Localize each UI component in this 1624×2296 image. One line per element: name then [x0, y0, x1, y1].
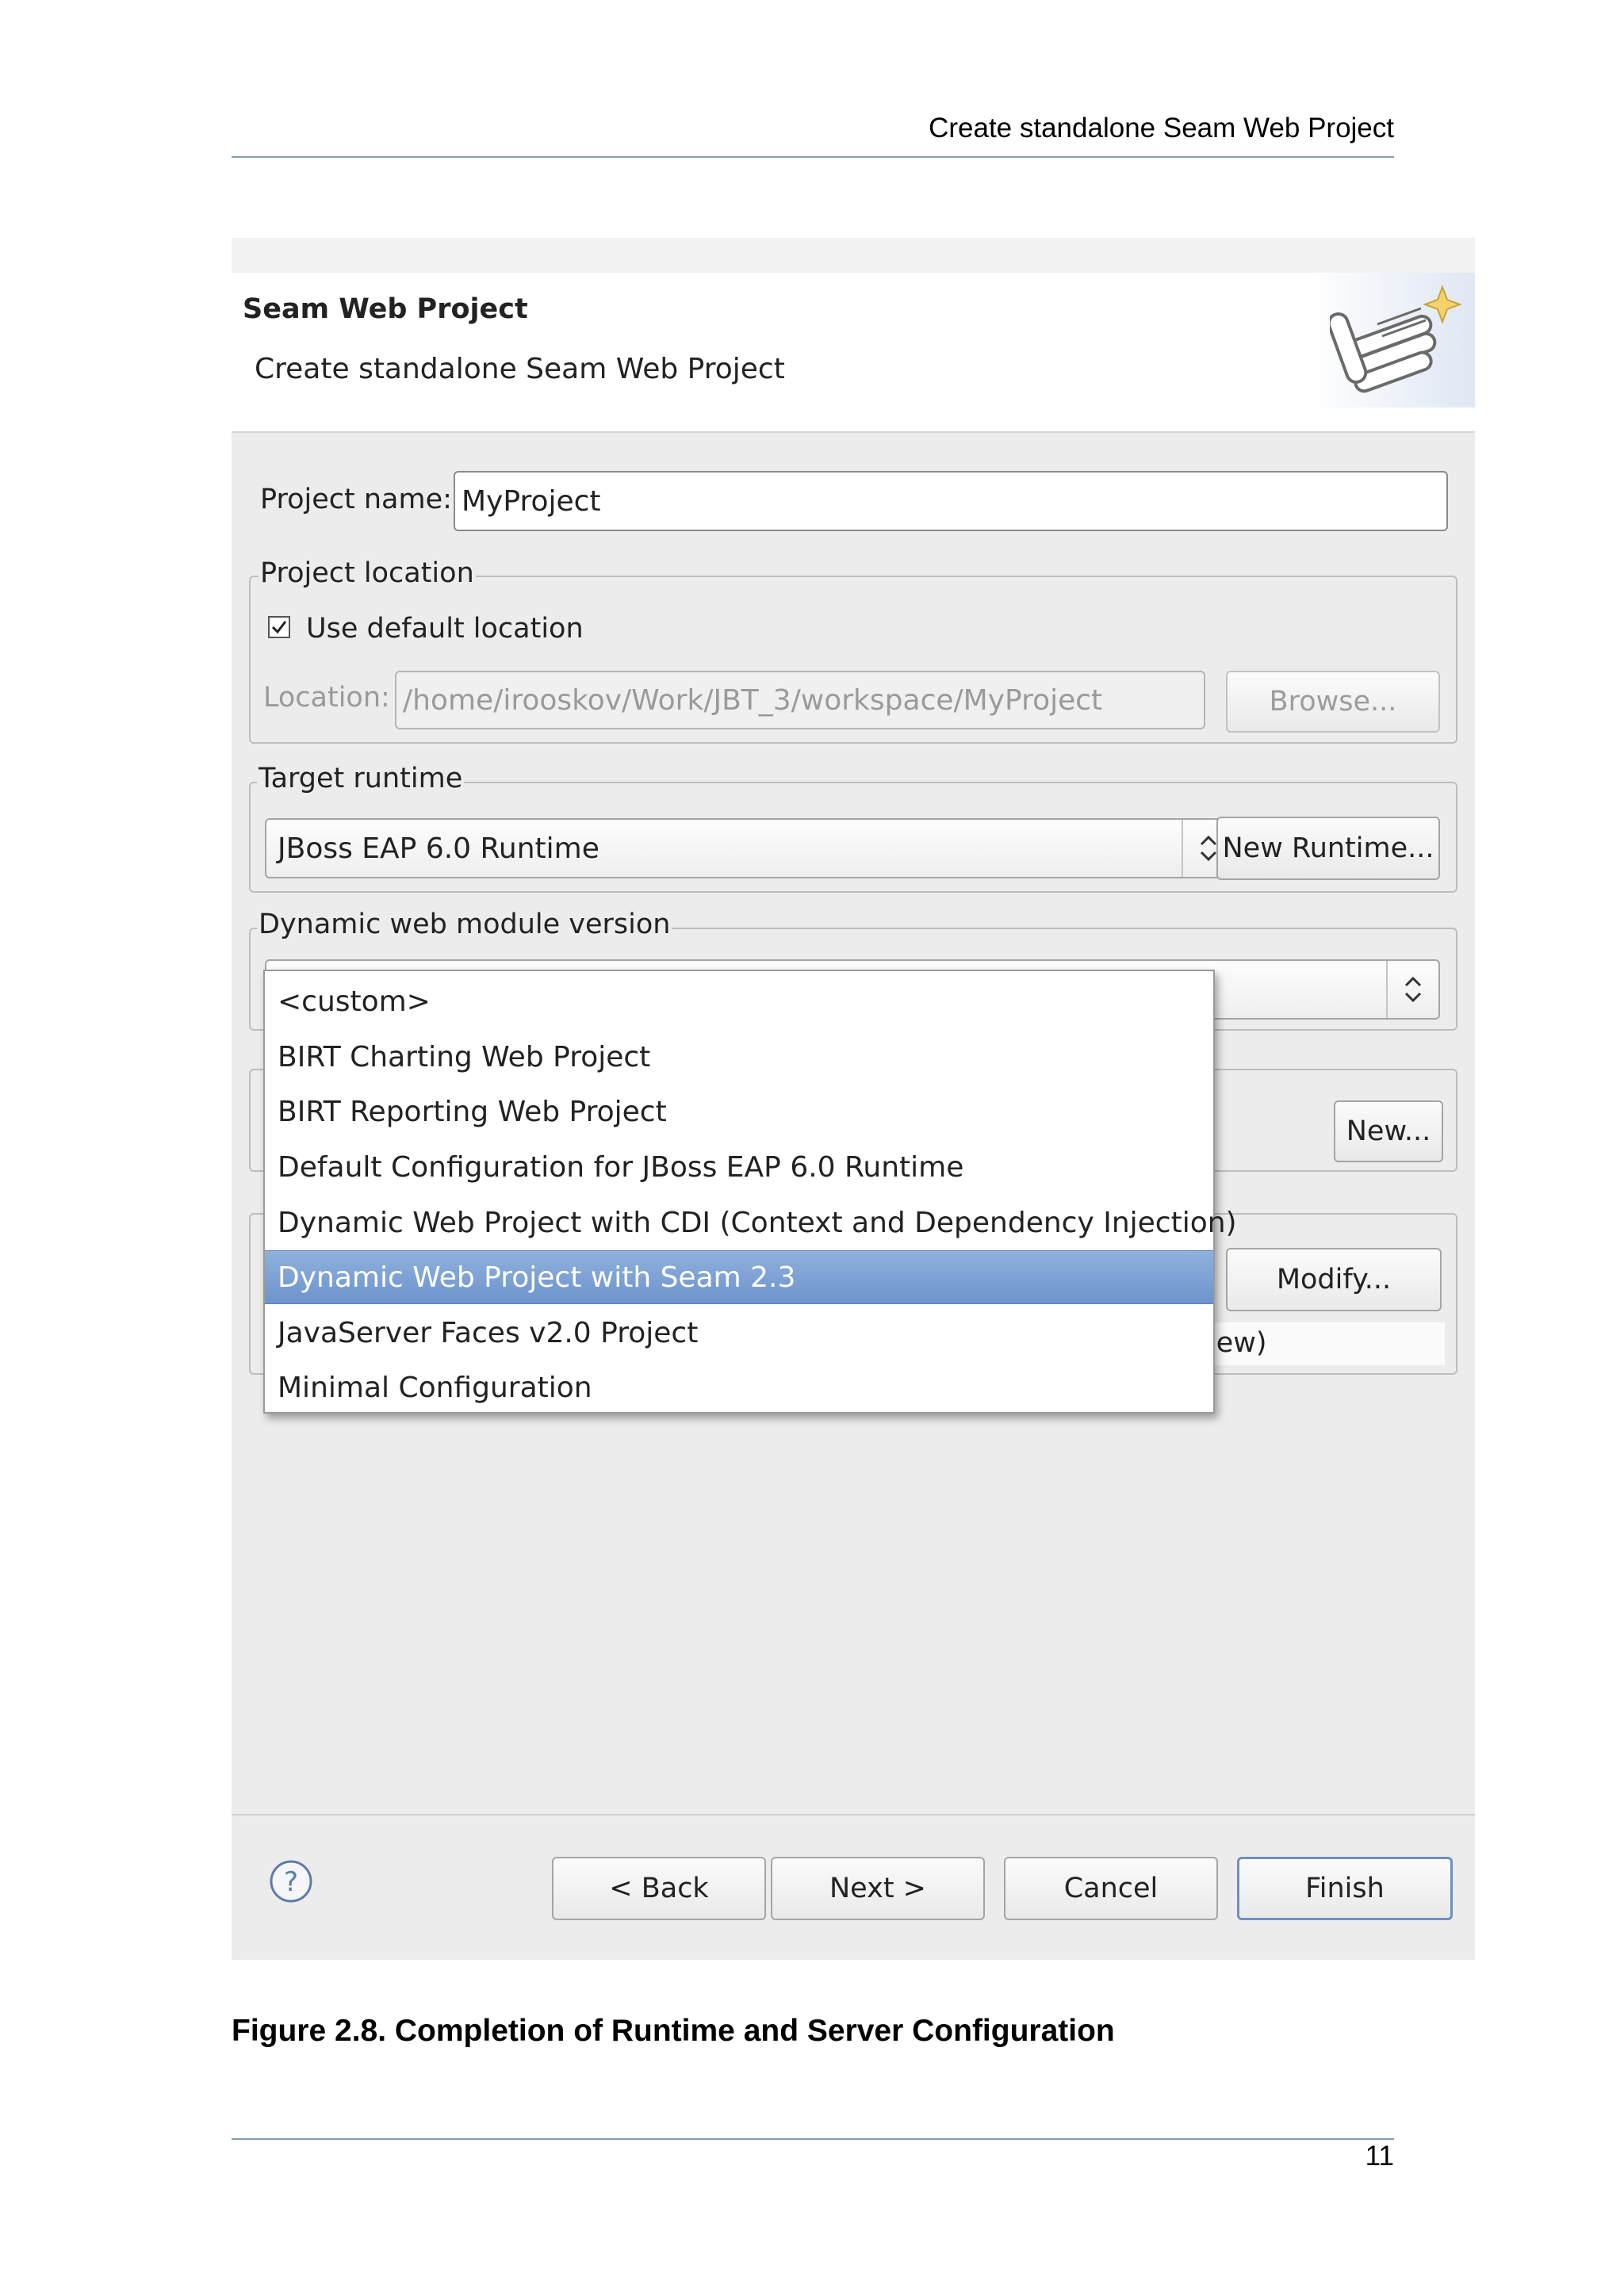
new-configuration-button[interactable]: New...	[1334, 1100, 1443, 1162]
svg-text:?: ?	[284, 1866, 298, 1898]
modify-button[interactable]: Modify...	[1226, 1248, 1442, 1311]
location-label: Location:	[263, 682, 390, 714]
check-icon	[271, 621, 287, 634]
dropdown-item[interactable]: Minimal Configuration	[265, 1360, 1213, 1414]
use-default-location-checkbox[interactable]	[268, 616, 290, 638]
dropdown-item-selected[interactable]: Dynamic Web Project with Seam 2.3	[265, 1250, 1213, 1304]
back-button[interactable]: < Back	[552, 1857, 766, 1920]
project-name-label: Project name:	[260, 484, 452, 515]
footer-rule-line	[232, 2138, 1394, 2140]
finish-button[interactable]: Finish	[1237, 1857, 1453, 1920]
figure-caption: Figure 2.8. Completion of Runtime and Se…	[232, 2014, 1115, 2048]
facets-info-text: iew)	[1208, 1327, 1267, 1359]
cancel-button[interactable]: Cancel	[1004, 1857, 1218, 1920]
dropdown-item[interactable]: BIRT Charting Web Project	[265, 1030, 1213, 1084]
wizard-title: Seam Web Project	[243, 293, 528, 325]
configuration-dropdown-list: <custom> BIRT Charting Web Project BIRT …	[263, 970, 1237, 1414]
wizard-description: Create standalone Seam Web Project	[255, 353, 785, 385]
dropdown-item[interactable]: Default Configuration for JBoss EAP 6.0 …	[265, 1140, 1213, 1194]
project-location-group-label: Project location	[259, 557, 476, 589]
location-input[interactable]: /home/irooskov/Work/JBT_3/workspace/MyPr…	[395, 671, 1205, 729]
help-icon[interactable]: ?	[268, 1858, 314, 1904]
dropdown-item[interactable]: JavaServer Faces v2.0 Project	[265, 1306, 1213, 1360]
facets-info-area: iew)	[1207, 1322, 1445, 1365]
dropdown-item[interactable]: Dynamic Web Project with CDI (Context an…	[265, 1196, 1237, 1249]
wizard-title-area: Seam Web Project Create standalone Seam …	[232, 273, 1475, 433]
header-rule	[232, 156, 1394, 158]
target-runtime-select[interactable]: JBoss EAP 6.0 Runtime	[265, 818, 1235, 878]
project-name-input[interactable]: MyProject	[454, 471, 1448, 531]
target-runtime-value: JBoss EAP 6.0 Runtime	[278, 832, 599, 865]
dynamic-web-module-group-label: Dynamic web module version	[257, 909, 672, 940]
new-runtime-button[interactable]: New Runtime...	[1216, 817, 1440, 880]
page-header: Create standalone Seam Web Project	[929, 113, 1394, 144]
target-runtime-group-label: Target runtime	[257, 763, 465, 794]
browse-button[interactable]: Browse...	[1226, 671, 1440, 733]
updown-arrows-icon	[1386, 961, 1438, 1018]
dropdown-item[interactable]: <custom>	[265, 974, 1213, 1028]
use-default-location-label: Use default location	[306, 613, 584, 645]
dropdown-item[interactable]: BIRT Reporting Web Project	[265, 1085, 1213, 1138]
seam-wizard-icon	[1330, 285, 1462, 393]
next-button[interactable]: Next >	[771, 1857, 985, 1920]
footer-rule	[232, 1814, 1475, 1816]
page-number: 11	[1365, 2141, 1394, 2172]
dialog-top-strip	[232, 238, 1475, 273]
